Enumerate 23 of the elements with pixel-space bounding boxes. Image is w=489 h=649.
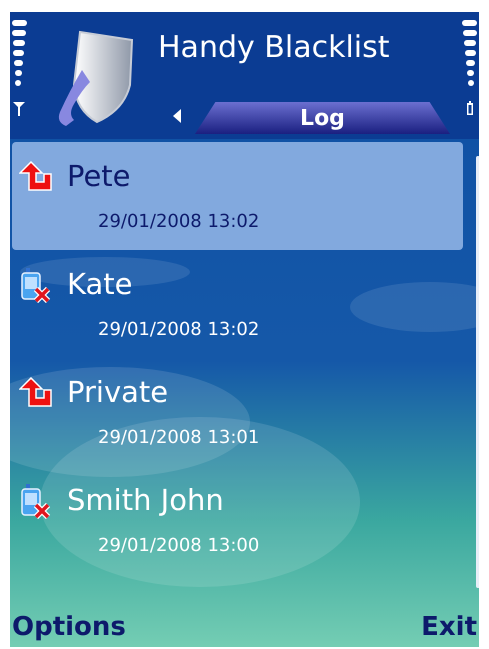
call-time: 29/01/2008 13:02 — [98, 210, 260, 234]
phone-cross-icon — [19, 483, 51, 519]
call-time: 29/01/2008 13:02 — [98, 318, 260, 342]
scrollbar-icon — [476, 156, 479, 588]
log-tab[interactable]: Log — [195, 102, 450, 134]
call-time: 29/01/2008 13:00 — [98, 534, 260, 558]
call-time: 29/01/2008 13:01 — [98, 426, 260, 450]
signal-icon — [12, 20, 28, 116]
up-arrow-icon — [19, 377, 53, 409]
battery-icon — [461, 20, 477, 116]
up-arrow-icon — [19, 161, 53, 193]
log-entry[interactable]: Kate 29/01/2008 13:02 — [12, 250, 463, 358]
exit-softkey[interactable]: Exit — [421, 608, 477, 646]
phone-cross-icon — [19, 267, 51, 303]
contact-name: Private — [67, 374, 168, 412]
log-entry[interactable]: Private 29/01/2008 13:01 — [12, 358, 463, 466]
left-arrow-icon — [173, 109, 181, 123]
contact-name: Smith John — [67, 482, 224, 520]
log-entry[interactable]: Pete 29/01/2008 13:02 — [12, 142, 463, 250]
contact-name: Kate — [67, 266, 132, 304]
app-title: Handy Blacklist — [158, 29, 390, 67]
contact-name: Pete — [67, 158, 131, 196]
options-softkey[interactable]: Options — [12, 608, 126, 646]
